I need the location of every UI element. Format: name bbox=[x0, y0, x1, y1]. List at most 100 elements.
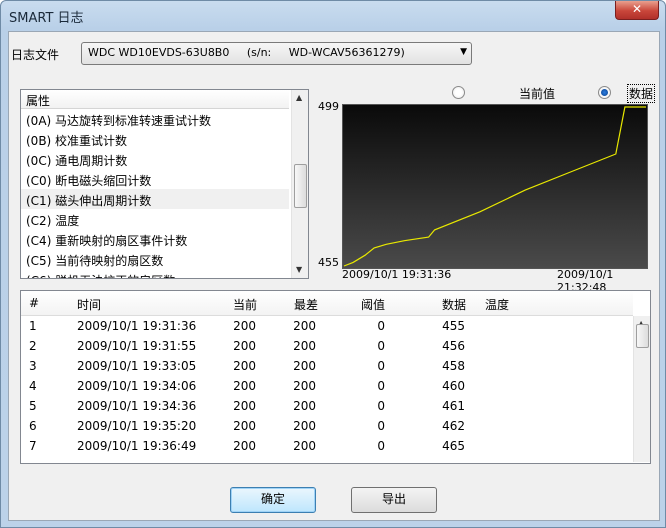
chart-series-line bbox=[343, 106, 646, 267]
chart-y-max-label: 499 bbox=[318, 100, 339, 113]
export-button[interactable]: 导出 bbox=[351, 487, 437, 513]
cell-index: 5 bbox=[29, 399, 37, 413]
table-row[interactable]: 1 2009/10/1 19:31:36 200 200 0 455 bbox=[21, 316, 633, 336]
cell-index: 6 bbox=[29, 419, 37, 433]
attribute-item-label: (0B) 校准重试计数 bbox=[26, 134, 128, 148]
cell-current: 200 bbox=[233, 339, 256, 353]
cell-threshold: 0 bbox=[377, 339, 385, 353]
attribute-item-label: (C0) 断电磁头缩回计数 bbox=[26, 174, 152, 188]
cell-worst: 200 bbox=[293, 319, 316, 333]
table-row[interactable]: 4 2009/10/1 19:34:06 200 200 0 460 bbox=[21, 376, 633, 396]
attribute-list-item[interactable]: (C4) 重新映射的扇区事件计数 bbox=[21, 229, 289, 249]
attribute-item-label: (0A) 马达旋转到标准转速重试计数 bbox=[26, 114, 212, 128]
attribute-list-item[interactable]: (0A) 马达旋转到标准转速重试计数 bbox=[21, 109, 289, 129]
attribute-list-item[interactable]: (C6) 脱机无法校正的扇区数 bbox=[21, 269, 289, 278]
col-header-index: # bbox=[29, 296, 40, 310]
cell-worst: 200 bbox=[293, 359, 316, 373]
attribute-list-item[interactable]: (0C) 通电周期计数 bbox=[21, 149, 289, 169]
history-table[interactable]: # 时间 当前 最差 阈值 数据 温度 1 2009/10/1 19:31:36 2… bbox=[20, 290, 651, 464]
table-row[interactable]: 3 2009/10/1 19:33:05 200 200 0 458 bbox=[21, 356, 633, 376]
chart-x-start-label: 2009/10/1 19:31:36 bbox=[342, 268, 452, 281]
cell-time: 2009/10/1 19:33:05 bbox=[77, 359, 197, 373]
col-header-data: 数据 bbox=[442, 298, 467, 312]
cell-current: 200 bbox=[233, 359, 256, 373]
attribute-list-item[interactable]: (C5) 当前待映射的扇区数 bbox=[21, 249, 289, 269]
attribute-list-item[interactable]: (C2) 温度 bbox=[21, 209, 289, 229]
attribute-list-scrollbar[interactable]: ▲ ▼ bbox=[291, 90, 308, 278]
attribute-item-label: (0C) 通电周期计数 bbox=[26, 154, 128, 168]
cell-index: 2 bbox=[29, 339, 37, 353]
cell-time: 2009/10/1 19:36:49 bbox=[77, 439, 197, 453]
scrollbar-thumb[interactable] bbox=[294, 164, 307, 208]
cell-data: 462 bbox=[442, 419, 465, 433]
cell-data: 458 bbox=[442, 359, 465, 373]
scroll-up-icon[interactable]: ▲ bbox=[296, 93, 302, 102]
cell-current: 200 bbox=[233, 439, 256, 453]
data-label: 数据 bbox=[627, 84, 656, 103]
cell-index: 4 bbox=[29, 379, 37, 393]
cell-data: 461 bbox=[442, 399, 465, 413]
window-title: SMART 日志 bbox=[9, 11, 84, 26]
table-header: # 时间 当前 最差 阈值 数据 温度 bbox=[21, 291, 633, 316]
cell-threshold: 0 bbox=[377, 439, 385, 453]
cell-current: 200 bbox=[233, 319, 256, 333]
attribute-item-label: (C5) 当前待映射的扇区数 bbox=[26, 254, 164, 268]
cell-time: 2009/10/1 19:35:20 bbox=[77, 419, 197, 433]
table-row[interactable]: 2 2009/10/1 19:31:55 200 200 0 456 bbox=[21, 336, 633, 356]
cell-threshold: 0 bbox=[377, 379, 385, 393]
smart-chart bbox=[342, 104, 648, 269]
col-header-threshold: 阈值 bbox=[361, 298, 386, 312]
chart-y-min-label: 455 bbox=[318, 256, 339, 269]
cell-current: 200 bbox=[233, 419, 256, 433]
cell-worst: 200 bbox=[293, 379, 316, 393]
attribute-list-header: 属性 bbox=[21, 90, 289, 109]
col-header-current: 当前 bbox=[233, 298, 258, 312]
cell-index: 3 bbox=[29, 359, 37, 373]
cell-time: 2009/10/1 19:31:36 bbox=[77, 319, 197, 333]
log-file-value: WDC WD10EVDS-63U8B0 (s/n: WD-WCAV5636127… bbox=[88, 46, 405, 59]
ok-button[interactable]: 确定 bbox=[230, 487, 316, 513]
cell-threshold: 0 bbox=[377, 319, 385, 333]
attribute-list[interactable]: 属性 (0A) 马达旋转到标准转速重试计数 (0B) 校准重试计数 (0C) 通电周… bbox=[20, 89, 309, 279]
col-header-temperature: 温度 bbox=[485, 298, 510, 312]
table-row[interactable]: 5 2009/10/1 19:34:36 200 200 0 461 bbox=[21, 396, 633, 416]
cell-threshold: 0 bbox=[377, 359, 385, 373]
attribute-item-label: (C6) 脱机无法校正的扇区数 bbox=[26, 272, 175, 278]
attribute-list-item[interactable]: (0B) 校准重试计数 bbox=[21, 129, 289, 149]
table-row[interactable]: 6 2009/10/1 19:35:20 200 200 0 462 bbox=[21, 416, 633, 436]
log-file-select[interactable]: WDC WD10EVDS-63U8B0 (s/n: WD-WCAV5636127… bbox=[81, 42, 472, 65]
cell-worst: 200 bbox=[293, 339, 316, 353]
attribute-header-label: 属性 bbox=[26, 94, 51, 108]
attribute-list-item[interactable]: (C0) 断电磁头缩回计数 bbox=[21, 169, 289, 189]
cell-worst: 200 bbox=[293, 419, 316, 433]
col-header-time: 时间 bbox=[77, 298, 102, 312]
attribute-item-label: (C2) 温度 bbox=[26, 214, 80, 228]
scrollbar-thumb[interactable] bbox=[636, 324, 649, 348]
cell-current: 200 bbox=[233, 379, 256, 393]
smart-log-window: SMART 日志 ✕ 日志文件 WDC WD10EVDS-63U8B0 (s/n… bbox=[0, 0, 666, 528]
scroll-down-icon[interactable]: ▼ bbox=[296, 265, 302, 274]
cell-data: 456 bbox=[442, 339, 465, 353]
attribute-item-label: (C1) 磁头伸出周期计数 bbox=[26, 194, 152, 208]
table-scrollbar[interactable]: ▲ bbox=[633, 316, 650, 462]
close-button[interactable]: ✕ bbox=[615, 1, 659, 20]
current-value-label: 当前值 bbox=[519, 87, 556, 101]
col-header-worst: 最差 bbox=[294, 298, 319, 312]
cell-time: 2009/10/1 19:34:36 bbox=[77, 399, 197, 413]
cell-data: 455 bbox=[442, 319, 465, 333]
cell-time: 2009/10/1 19:34:06 bbox=[77, 379, 197, 393]
cell-time: 2009/10/1 19:31:55 bbox=[77, 339, 197, 353]
cell-data: 460 bbox=[442, 379, 465, 393]
title-bar[interactable]: SMART 日志 ✕ bbox=[1, 1, 665, 31]
cell-worst: 200 bbox=[293, 439, 316, 453]
attribute-item-label: (C4) 重新映射的扇区事件计数 bbox=[26, 234, 188, 248]
data-radio[interactable] bbox=[598, 86, 611, 99]
cell-data: 465 bbox=[442, 439, 465, 453]
table-row[interactable]: 7 2009/10/1 19:36:49 200 200 0 465 bbox=[21, 436, 633, 456]
current-value-radio[interactable] bbox=[452, 86, 465, 99]
cell-index: 7 bbox=[29, 439, 37, 453]
chevron-down-icon[interactable]: ▼ bbox=[460, 47, 467, 57]
attribute-list-item[interactable]: (C1) 磁头伸出周期计数 bbox=[21, 189, 289, 209]
dialog-body: 日志文件 WDC WD10EVDS-63U8B0 (s/n: WD-WCAV56… bbox=[8, 31, 660, 521]
cell-index: 1 bbox=[29, 319, 37, 333]
